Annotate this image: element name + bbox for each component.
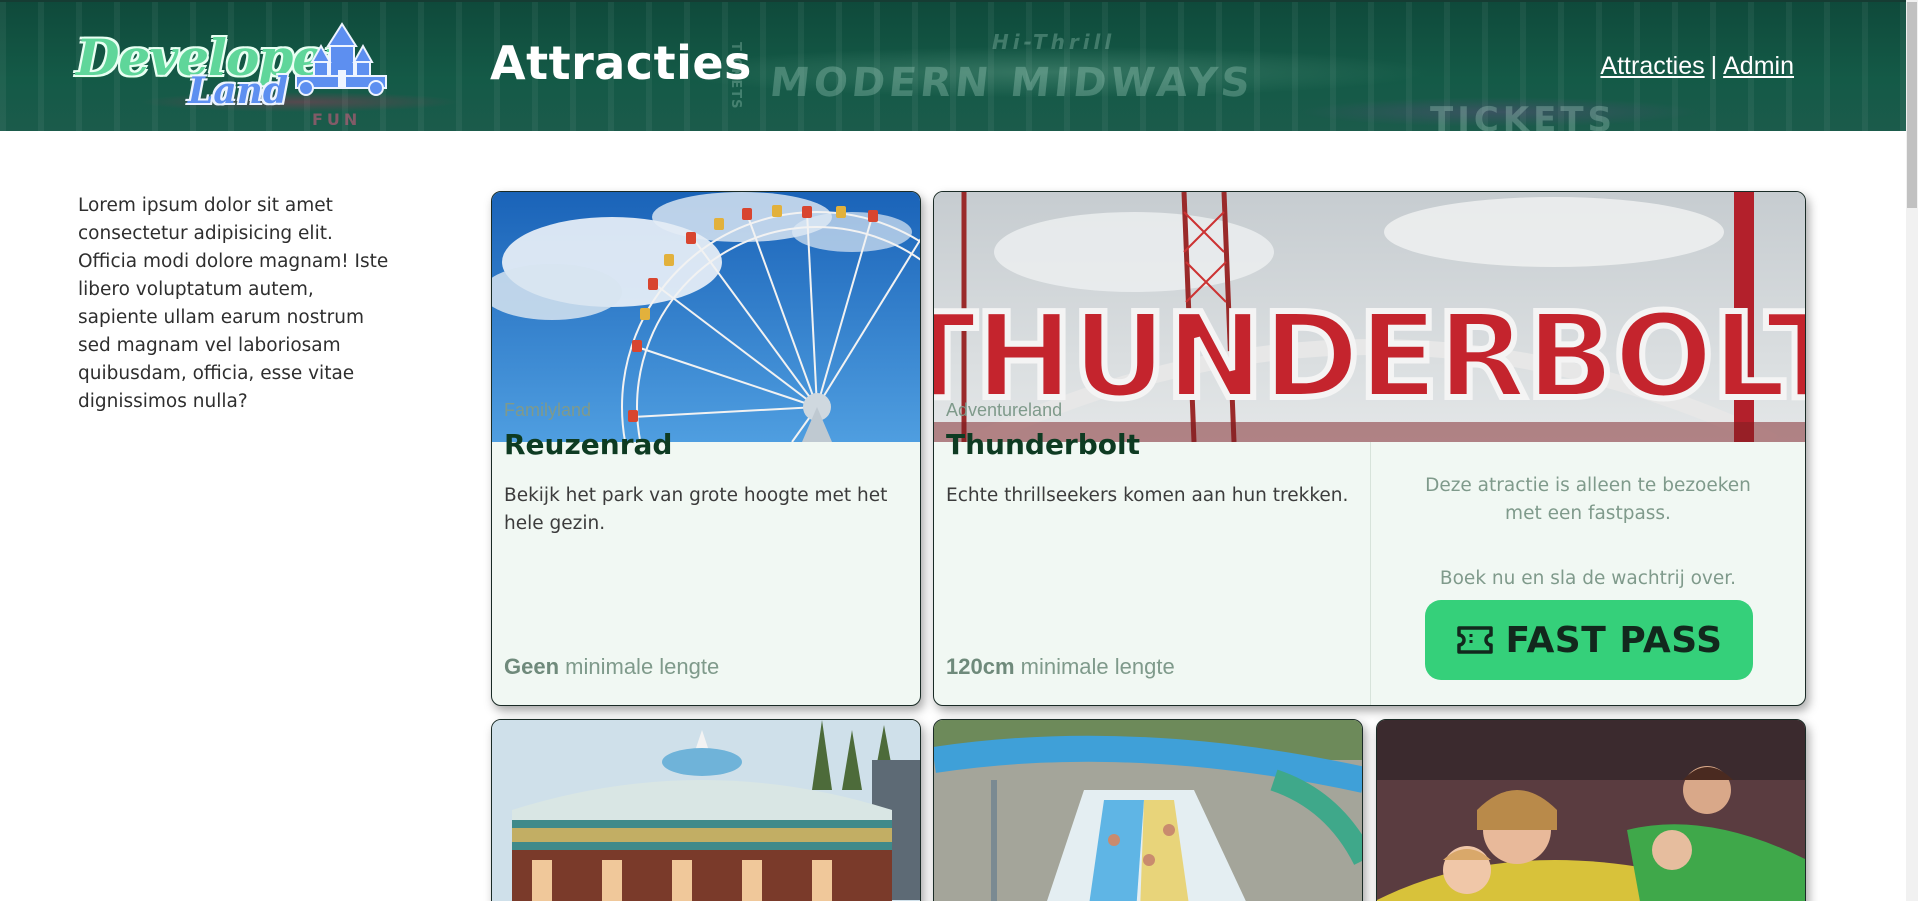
card-body: Adventureland Thunderbolt Echte thrillse…: [946, 400, 1366, 705]
attraction-name: Thunderbolt: [946, 428, 1141, 461]
bg-sign-midways: MODERN MIDWAYS: [767, 60, 1257, 106]
card-body: Familyland Reuzenrad Bekijk het park van…: [504, 400, 908, 705]
attraction-card-reuzenrad[interactable]: Familyland Reuzenrad Bekijk het park van…: [491, 191, 921, 706]
min-height-label: minimale lengte: [565, 654, 720, 679]
scrollbar-thumb[interactable]: [1907, 2, 1917, 208]
attraction-card-carousel[interactable]: [491, 719, 921, 901]
attraction-zone: Familyland: [504, 400, 592, 420]
min-height: Geen minimale lengte: [504, 654, 719, 680]
carousel-photo: [492, 720, 920, 901]
attraction-description: Echte thrillseekers komen aan hun trekke…: [946, 485, 1349, 506]
castle-icon: [295, 22, 387, 96]
nav-link-admin[interactable]: Admin: [1723, 52, 1794, 80]
bg-sign-hithrill: Hi-Thrill: [992, 30, 1116, 54]
min-height-value: 120cm: [946, 654, 1015, 679]
intro-text: Lorem ipsum dolor sit amet consectetur a…: [78, 195, 389, 412]
nav-separator: |: [1710, 52, 1718, 80]
min-height: 120cm minimale lengte: [946, 654, 1175, 680]
attraction-zone: Adventureland: [946, 400, 1063, 420]
min-height-label: minimale lengte: [1020, 654, 1175, 679]
fastpass-cta: Boek nu en sla de wachtrij over.: [1439, 568, 1737, 589]
fastpass-notice: Deze atractie is alleen te bezoeken met …: [1425, 475, 1751, 524]
page-scrollbar[interactable]: [1906, 0, 1918, 901]
fastpass-button[interactable]: FAST PASS: [1425, 600, 1753, 680]
attraction-card-waterslide[interactable]: [933, 719, 1363, 901]
nav-link-attracties[interactable]: Attracties: [1600, 52, 1704, 80]
attraction-card-thunderbolt[interactable]: THUNDERBOLT Adventureland Thunderbolt Ec…: [933, 191, 1806, 706]
thunderbolt-sign-photo: THUNDERBOLT: [934, 192, 1805, 442]
page: MODERN MIDWAYS TICKETS TICKETS FUN Hi-Th…: [0, 0, 1918, 901]
bg-sign-tickets-right: TICKETS: [1430, 100, 1617, 133]
logo-text-land: Land: [188, 70, 288, 112]
site-header: MODERN MIDWAYS TICKETS TICKETS FUN Hi-Th…: [0, 0, 1906, 133]
main-nav: Attracties | Admin: [1600, 52, 1794, 81]
developerland-logo[interactable]: Developer Land: [76, 20, 396, 116]
attraction-card-bumpercars[interactable]: [1376, 719, 1806, 901]
bumper-car-family-photo: [1377, 720, 1805, 901]
fastpass-panel: Deze atractie is alleen te bezoeken met …: [1370, 442, 1805, 705]
attraction-description: Bekijk het park van grote hoogte met het…: [504, 485, 888, 534]
ticket-icon: [1457, 626, 1494, 654]
min-height-value: Geen: [504, 654, 560, 679]
thunderbolt-sign-text: THUNDERBOLT: [934, 287, 1805, 425]
water-slide-photo: [934, 720, 1362, 901]
page-title: Attracties: [490, 36, 752, 90]
fastpass-button-label: FAST PASS: [1505, 619, 1723, 661]
attraction-name: Reuzenrad: [504, 428, 673, 461]
